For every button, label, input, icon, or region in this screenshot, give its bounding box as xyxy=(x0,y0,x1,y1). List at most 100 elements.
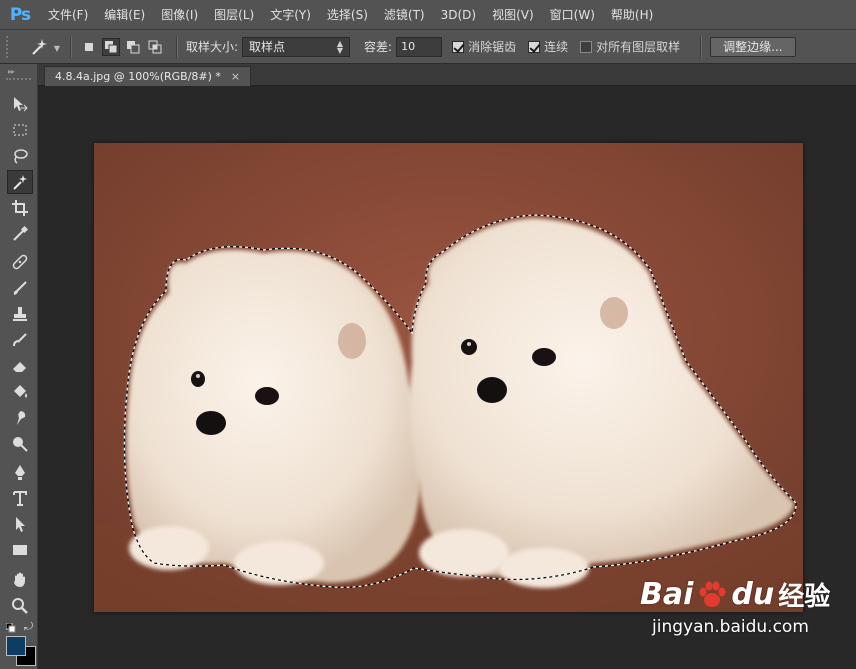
eraser-tool-icon xyxy=(13,362,26,372)
contiguous-checkbox[interactable]: 连续 xyxy=(528,38,568,55)
checkbox-unchecked-icon xyxy=(580,40,593,53)
brush-tool[interactable] xyxy=(7,276,33,300)
document-tab[interactable]: 4.8.4a.jpg @ 100%(RGB/8#) * × xyxy=(44,66,252,86)
zoom-tool[interactable] xyxy=(7,594,33,618)
type-tool-icon xyxy=(13,491,27,506)
paw-icon xyxy=(699,581,726,607)
tolerance-label: 容差: xyxy=(364,40,393,54)
marquee-tool[interactable] xyxy=(7,118,33,142)
panel-collapse-icon[interactable]: ▸▸ xyxy=(8,67,15,76)
intersect-selection-icon xyxy=(148,40,162,53)
move-tool[interactable] xyxy=(7,92,33,116)
anti-alias-checkbox[interactable]: 消除锯齿 xyxy=(452,38,516,55)
menu-layer[interactable]: 图层(L) xyxy=(206,6,262,23)
chevron-down-icon: ▼ xyxy=(53,43,60,53)
paint-bucket-tool[interactable] xyxy=(7,380,33,404)
tools-panel-grip[interactable] xyxy=(6,78,31,90)
baidu-jingyan-watermark: Bai du 经验 jingyan.baidu.com xyxy=(640,576,850,656)
sample-all-layers-checkbox[interactable]: 对所有图层取样 xyxy=(580,38,680,55)
divider xyxy=(700,35,703,58)
photoshop-logo: Ps xyxy=(9,4,31,25)
clone-stamp-tool-icon xyxy=(13,307,27,321)
magic-wand-tool[interactable] xyxy=(7,170,33,194)
healing-brush-tool[interactable] xyxy=(7,250,33,274)
zoom-tool-icon xyxy=(12,598,28,614)
healing-brush-tool-icon xyxy=(12,254,28,270)
puppy-left xyxy=(126,249,423,585)
contiguous-label: 连续 xyxy=(544,40,569,54)
dodge-tool-icon xyxy=(13,437,28,452)
refine-edge-button[interactable]: 调整边缘... xyxy=(710,36,796,57)
tool-preset-picker[interactable]: ▼ xyxy=(26,36,60,58)
eyedropper-tool-icon xyxy=(13,225,29,241)
sample-size-label: 取样大小: xyxy=(186,40,239,54)
eyedropper-tool[interactable] xyxy=(7,222,33,246)
rectangle-tool-icon xyxy=(13,545,27,555)
subtract-selection-icon xyxy=(127,40,140,53)
type-tool[interactable] xyxy=(7,486,33,510)
document-tab-title: 4.8.4a.jpg @ 100%(RGB/8#) * xyxy=(55,70,221,83)
history-brush-tool-icon xyxy=(13,333,27,347)
sample-size-value: 取样点 xyxy=(249,40,286,54)
rectangle-tool[interactable] xyxy=(7,538,33,562)
select-arrows-icon: ▲ ▼ xyxy=(336,38,344,55)
options-bar-grip[interactable] xyxy=(6,35,14,58)
menu-type[interactable]: 文字(Y) xyxy=(262,6,319,23)
new-selection-button[interactable] xyxy=(80,38,98,56)
watermark-brand-right: du xyxy=(731,577,775,612)
watermark-product: 经验 xyxy=(778,582,831,612)
marquee-tool-icon xyxy=(13,124,27,136)
pen-tool[interactable] xyxy=(7,460,33,484)
checkbox-checked-icon xyxy=(452,40,465,53)
divider xyxy=(176,35,178,58)
lasso-tool-icon xyxy=(14,149,28,164)
path-selection-tool[interactable] xyxy=(7,512,33,536)
menu-filter[interactable]: 滤镜(T) xyxy=(376,6,433,23)
tolerance-input[interactable]: 10 xyxy=(396,36,443,57)
hand-tool[interactable] xyxy=(7,568,33,592)
divider xyxy=(70,35,72,58)
pen-tool-icon xyxy=(15,465,25,480)
checkbox-checked-icon xyxy=(528,40,541,53)
document-image[interactable] xyxy=(94,143,803,612)
dodge-tool[interactable] xyxy=(7,432,33,456)
watermark-brand-left: Bai xyxy=(640,577,694,612)
menu-3d[interactable]: 3D(D) xyxy=(433,8,484,22)
eraser-tool[interactable] xyxy=(7,354,33,378)
menu-image[interactable]: 图像(I) xyxy=(153,6,206,23)
menu-select[interactable]: 选择(S) xyxy=(319,6,376,23)
smudge-tool[interactable] xyxy=(7,406,33,430)
paint-bucket-tool-icon xyxy=(14,385,27,398)
clone-stamp-tool[interactable] xyxy=(7,302,33,326)
sample-all-layers-label: 对所有图层取样 xyxy=(596,40,681,54)
options-bar: ▼ 取样大小: 取样点 ▲ ▼ 容差: 10 消除锯齿 连续 对所有图层取样 调整… xyxy=(0,30,856,64)
smudge-tool-icon xyxy=(17,411,26,425)
crop-tool-icon xyxy=(12,200,28,216)
add-to-selection-button[interactable] xyxy=(102,37,120,56)
foreground-color-swatch[interactable] xyxy=(6,636,26,656)
close-icon[interactable]: × xyxy=(231,70,240,83)
sample-size-select[interactable]: 取样点 ▲ ▼ xyxy=(242,36,351,57)
history-brush-tool[interactable] xyxy=(7,328,33,352)
menu-window[interactable]: 窗口(W) xyxy=(542,6,603,23)
tools-panel: ▸▸ ⤾ xyxy=(0,64,38,669)
path-selection-tool-icon xyxy=(16,517,25,532)
menu-file[interactable]: 文件(F) xyxy=(40,6,96,23)
lasso-tool[interactable] xyxy=(7,144,33,168)
menu-edit[interactable]: 编辑(E) xyxy=(96,6,153,23)
subtract-from-selection-button[interactable] xyxy=(124,38,142,56)
magic-wand-tool-icon xyxy=(13,175,27,190)
document-tab-bar: 4.8.4a.jpg @ 100%(RGB/8#) * × xyxy=(38,64,856,86)
default-colors-icon[interactable] xyxy=(5,622,16,636)
anti-alias-label: 消除锯齿 xyxy=(468,40,517,54)
move-tool-icon xyxy=(14,97,28,112)
menu-bar: Ps 文件(F) 编辑(E) 图像(I) 图层(L) 文字(Y) 选择(S) 滤… xyxy=(0,0,856,30)
add-to-selection-icon xyxy=(105,40,118,53)
swap-colors-icon[interactable]: ⤾ xyxy=(24,620,33,634)
menu-help[interactable]: 帮助(H) xyxy=(603,6,661,23)
hand-tool-icon xyxy=(14,572,25,587)
crop-tool[interactable] xyxy=(7,196,33,220)
intersect-selection-button[interactable] xyxy=(146,38,164,56)
new-selection-icon xyxy=(85,42,93,51)
menu-view[interactable]: 视图(V) xyxy=(484,6,542,23)
